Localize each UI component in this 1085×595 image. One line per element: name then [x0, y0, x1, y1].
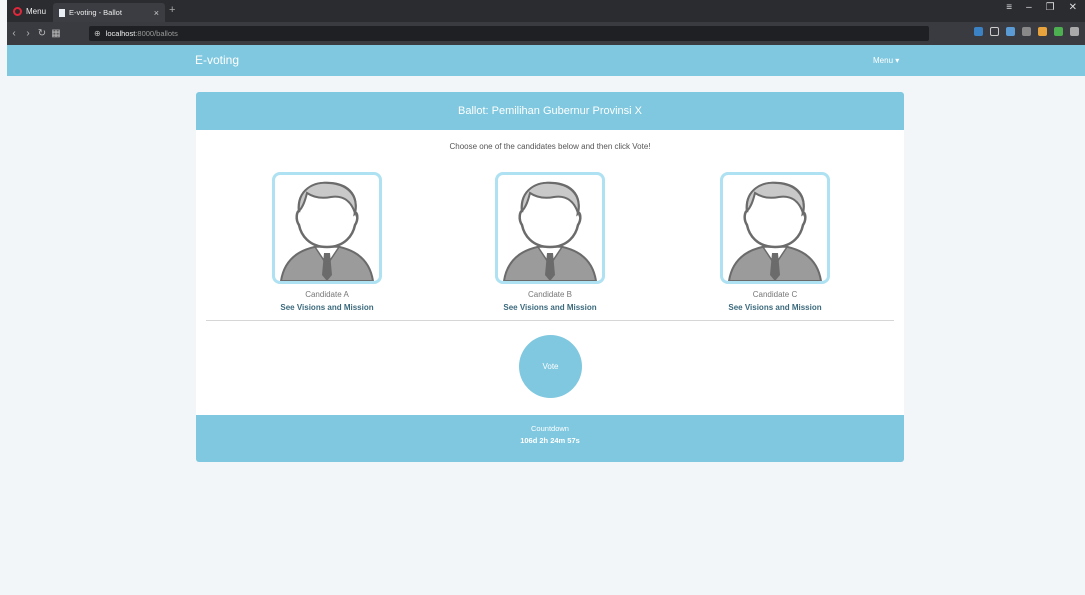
- user-avatar-icon: [279, 181, 375, 281]
- url-host: localhost: [105, 29, 136, 38]
- restore-icon[interactable]: ❐: [1046, 2, 1055, 13]
- divider: [206, 320, 894, 321]
- browser-menu-label: Menu: [26, 6, 47, 16]
- browser-toolbar: ‹ › ↻ ▦ ⊕ localhost:8000/ballots: [0, 22, 1085, 45]
- countdown-footer: Countdown 106d 2h 24m 57s: [196, 415, 904, 462]
- site-info-icon[interactable]: ⊕: [94, 29, 101, 38]
- browser-menu-button[interactable]: Menu: [7, 3, 52, 19]
- new-tab-button[interactable]: +: [169, 4, 175, 16]
- menu-dropdown[interactable]: Menu ▾: [873, 56, 899, 65]
- see-visions-link[interactable]: See Visions and Mission: [257, 303, 397, 312]
- window-controls: ≡ – ❐ ✕: [1006, 2, 1077, 13]
- brand-logo[interactable]: E-voting: [195, 53, 239, 67]
- page-favicon-icon: [59, 8, 65, 17]
- avatar[interactable]: [272, 172, 382, 284]
- candidate-card-a[interactable]: Candidate A See Visions and Mission: [257, 172, 397, 312]
- ballot-card: Ballot: Pemilihan Gubernur Provinsi X Ch…: [196, 92, 904, 462]
- avatar[interactable]: [720, 172, 830, 284]
- vote-button[interactable]: Vote: [519, 335, 582, 398]
- opera-logo-icon: [13, 6, 22, 16]
- forward-icon[interactable]: ›: [21, 28, 35, 39]
- ballot-instruction: Choose one of the candidates below and t…: [449, 142, 651, 151]
- minimize-icon[interactable]: –: [1026, 2, 1032, 13]
- countdown-timer: 106d 2h 24m 57s: [520, 436, 580, 445]
- close-window-icon[interactable]: ✕: [1069, 2, 1077, 13]
- vpn-icon[interactable]: [974, 27, 983, 36]
- address-bar[interactable]: ⊕ localhost:8000/ballots: [89, 26, 929, 41]
- heart-icon[interactable]: [990, 27, 999, 36]
- app-navbar: E-voting Menu ▾: [7, 45, 1085, 76]
- avatar[interactable]: [495, 172, 605, 284]
- candidate-name: Candidate B: [527, 290, 573, 299]
- palette-icon[interactable]: [1038, 27, 1047, 36]
- user-avatar-icon: [502, 181, 598, 281]
- browser-tab[interactable]: E-voting - Ballot ×: [53, 3, 165, 22]
- url-path: :8000/ballots: [135, 29, 178, 38]
- see-visions-link[interactable]: See Visions and Mission: [705, 303, 845, 312]
- extension-icons: [974, 27, 1079, 36]
- close-tab-icon[interactable]: ×: [154, 8, 159, 18]
- ballot-header: Ballot: Pemilihan Gubernur Provinsi X: [196, 92, 904, 130]
- tab-title: E-voting - Ballot: [69, 8, 122, 17]
- countdown-label: Countdown: [531, 424, 569, 433]
- user-avatar-icon: [727, 181, 823, 281]
- see-visions-link[interactable]: See Visions and Mission: [480, 303, 620, 312]
- candidate-name: Candidate A: [305, 290, 349, 299]
- candidate-card-c[interactable]: Candidate C See Visions and Mission: [705, 172, 845, 312]
- candidate-card-b[interactable]: Candidate B See Visions and Mission: [480, 172, 620, 312]
- snapshot-icon[interactable]: [1022, 27, 1031, 36]
- browser-tabbar: Menu E-voting - Ballot × + ≡ – ❐ ✕: [0, 0, 1085, 22]
- back-icon[interactable]: ‹: [7, 28, 21, 39]
- reload-icon[interactable]: ↻: [35, 28, 49, 39]
- grid-icon[interactable]: ▦: [49, 28, 63, 39]
- tab-menu-icon[interactable]: ≡: [1006, 2, 1012, 13]
- candidate-name: Candidate C: [752, 290, 798, 299]
- download-icon[interactable]: [1070, 27, 1079, 36]
- addon-icon[interactable]: [1054, 27, 1063, 36]
- extension-icon[interactable]: [1006, 27, 1015, 36]
